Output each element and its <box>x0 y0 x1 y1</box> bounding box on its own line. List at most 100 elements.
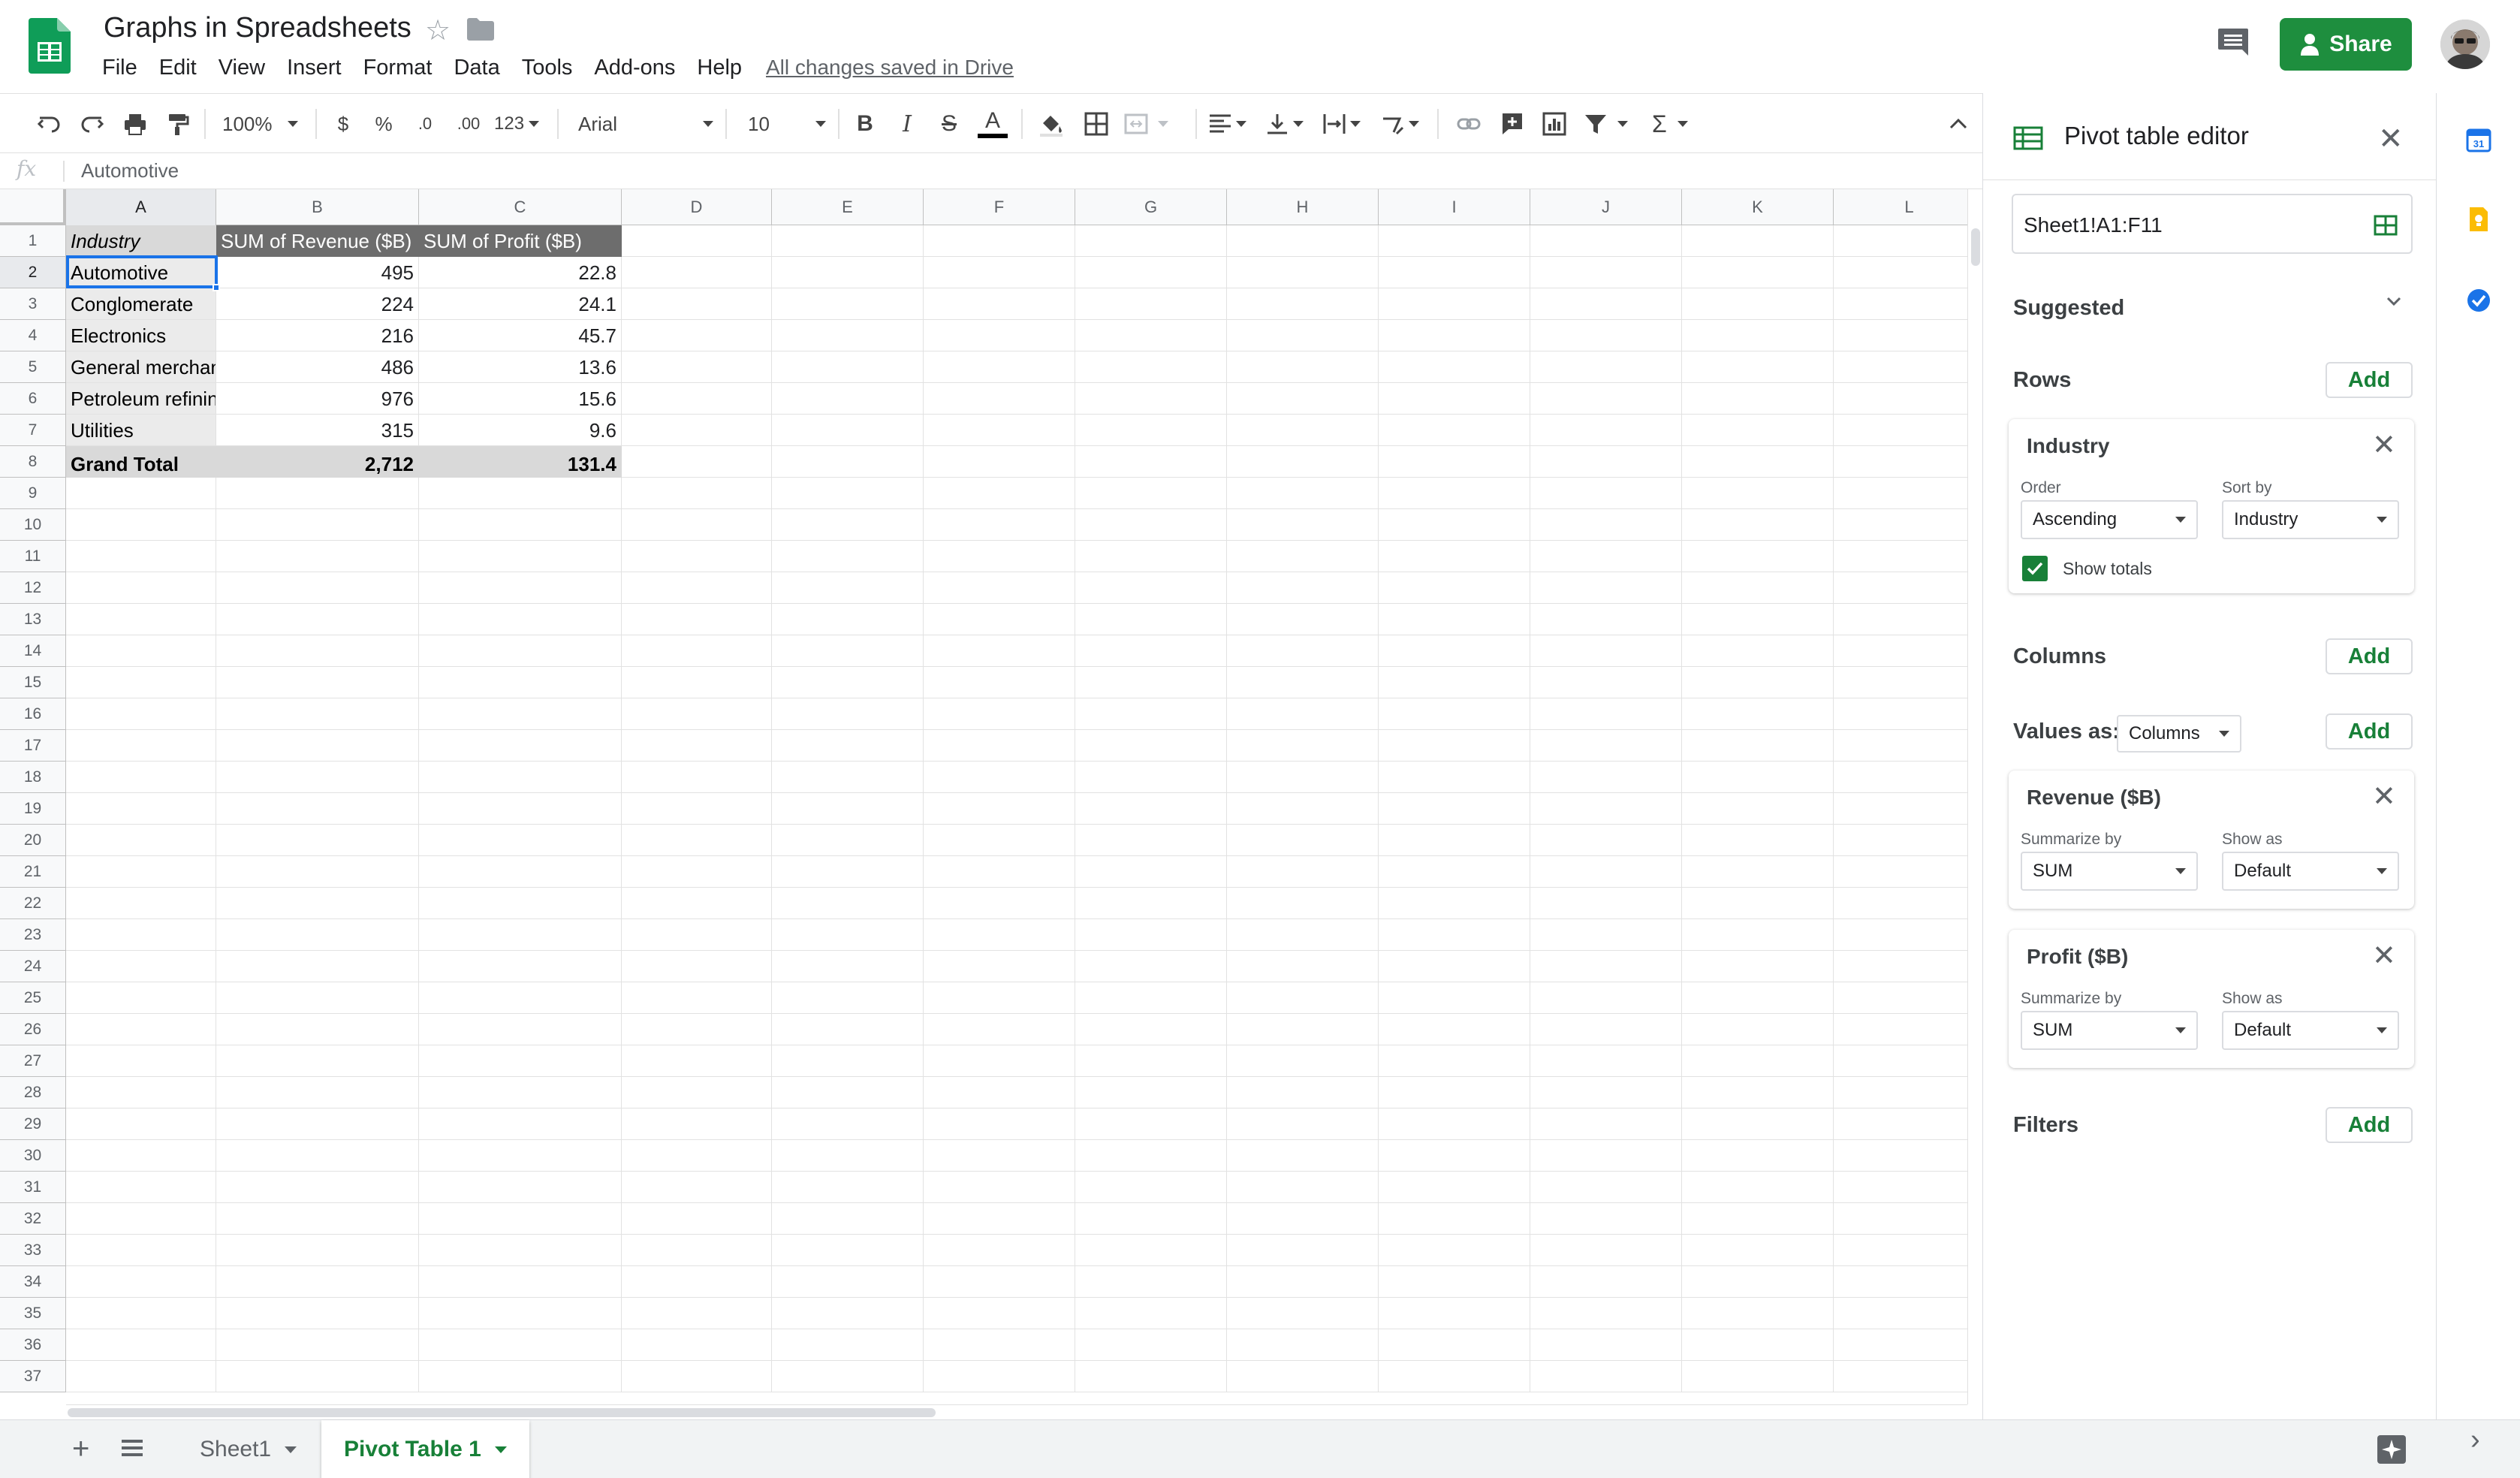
empty-cell[interactable] <box>924 1235 1075 1266</box>
row-header-17[interactable]: 17 <box>0 730 66 762</box>
empty-cell[interactable] <box>66 572 216 604</box>
empty-cell[interactable] <box>1682 1235 1834 1266</box>
empty-cell[interactable] <box>1075 1014 1227 1045</box>
spreadsheet-grid[interactable]: ABCDEFGHIJKL 1 2 3 4 5 6 7 8 9 10 11 12 13 14 15 16 17 18… <box>0 189 1967 1404</box>
empty-cell[interactable] <box>924 635 1075 667</box>
account-avatar[interactable] <box>2440 20 2490 69</box>
empty-cell[interactable] <box>1075 951 1227 982</box>
empty-cell[interactable] <box>622 825 772 856</box>
empty-cell[interactable] <box>622 288 772 320</box>
vertical-scroll-thumb[interactable] <box>1971 228 1980 266</box>
empty-cell[interactable] <box>1530 919 1682 951</box>
empty-cell[interactable] <box>66 698 216 730</box>
row-header-12[interactable]: 12 <box>0 572 66 604</box>
empty-cell[interactable] <box>1227 572 1379 604</box>
empty-cell[interactable] <box>772 667 924 698</box>
pivot-row-label-cell[interactable]: Utilities <box>66 415 216 446</box>
empty-cell[interactable] <box>924 1108 1075 1140</box>
pivot-value-cell[interactable]: 22.8 <box>419 257 622 288</box>
empty-cell[interactable] <box>66 856 216 888</box>
empty-cell[interactable] <box>1227 1361 1379 1392</box>
empty-cell[interactable] <box>1227 825 1379 856</box>
link-icon[interactable] <box>1452 106 1485 142</box>
empty-cell[interactable] <box>1530 1172 1682 1203</box>
empty-cell[interactable] <box>1834 951 1967 982</box>
empty-cell[interactable] <box>772 383 924 415</box>
undo-icon[interactable] <box>33 106 66 142</box>
empty-cell[interactable] <box>1379 1235 1530 1266</box>
empty-cell[interactable] <box>1379 1266 1530 1298</box>
empty-cell[interactable] <box>1379 478 1530 509</box>
empty-cell[interactable] <box>1075 320 1227 351</box>
save-status-link[interactable]: All changes saved in Drive <box>766 56 1014 80</box>
empty-cell[interactable] <box>1530 1203 1682 1235</box>
empty-cell[interactable] <box>216 1361 419 1392</box>
empty-cell[interactable] <box>1682 1203 1834 1235</box>
empty-cell[interactable] <box>419 888 622 919</box>
empty-cell[interactable] <box>1075 856 1227 888</box>
empty-cell[interactable] <box>1682 1108 1834 1140</box>
empty-cell[interactable] <box>1227 919 1379 951</box>
folder-icon[interactable] <box>467 18 494 41</box>
empty-cell[interactable] <box>66 1266 216 1298</box>
row-header-23[interactable]: 23 <box>0 919 66 951</box>
empty-cell[interactable] <box>1075 1172 1227 1203</box>
empty-cell[interactable] <box>772 415 924 446</box>
suggested-label[interactable]: Suggested <box>2013 296 2124 321</box>
empty-cell[interactable] <box>772 762 924 793</box>
show-totals-label[interactable]: Show totals <box>2063 559 2152 579</box>
empty-cell[interactable] <box>1075 383 1227 415</box>
empty-cell[interactable] <box>1075 1108 1227 1140</box>
keep-icon[interactable] <box>2465 206 2492 233</box>
empty-cell[interactable] <box>1834 1108 1967 1140</box>
empty-cell[interactable] <box>924 1361 1075 1392</box>
empty-cell[interactable] <box>1075 825 1227 856</box>
empty-cell[interactable] <box>1075 1298 1227 1329</box>
empty-cell[interactable] <box>419 1014 622 1045</box>
row-header-20[interactable]: 20 <box>0 825 66 856</box>
empty-cell[interactable] <box>1075 667 1227 698</box>
pivot-row-label-cell[interactable]: Conglomerate <box>66 288 216 320</box>
empty-cell[interactable] <box>1530 1266 1682 1298</box>
empty-cell[interactable] <box>419 982 622 1014</box>
all-sheets-list-icon[interactable] <box>120 1437 144 1459</box>
row-header-4[interactable]: 4 <box>0 320 66 351</box>
empty-cell[interactable] <box>1682 762 1834 793</box>
text-wrap-icon[interactable] <box>1322 106 1367 142</box>
add-filter-button[interactable]: Add <box>2326 1107 2413 1143</box>
column-header-a[interactable]: A <box>66 189 216 225</box>
chevron-down-icon[interactable] <box>2386 296 2402 306</box>
row-header-22[interactable]: 22 <box>0 888 66 919</box>
empty-cell[interactable] <box>1530 951 1682 982</box>
empty-cell[interactable] <box>924 1329 1075 1361</box>
empty-cell[interactable] <box>66 635 216 667</box>
grand-total-value-cell[interactable]: 131.4 <box>419 446 622 478</box>
empty-cell[interactable] <box>419 856 622 888</box>
empty-cell[interactable] <box>1379 541 1530 572</box>
empty-cell[interactable] <box>1075 257 1227 288</box>
empty-cell[interactable] <box>1075 762 1227 793</box>
empty-cell[interactable] <box>924 1266 1075 1298</box>
empty-cell[interactable] <box>1379 1014 1530 1045</box>
empty-cell[interactable] <box>1227 856 1379 888</box>
empty-cell[interactable] <box>1379 383 1530 415</box>
empty-cell[interactable] <box>216 509 419 541</box>
row-header-10[interactable]: 10 <box>0 509 66 541</box>
empty-cell[interactable] <box>924 1014 1075 1045</box>
empty-cell[interactable] <box>772 919 924 951</box>
empty-cell[interactable] <box>622 1172 772 1203</box>
empty-cell[interactable] <box>1834 1203 1967 1235</box>
italic-icon[interactable]: I <box>894 106 921 142</box>
empty-cell[interactable] <box>1075 572 1227 604</box>
empty-cell[interactable] <box>1227 1014 1379 1045</box>
empty-cell[interactable] <box>1075 888 1227 919</box>
empty-cell[interactable] <box>1227 1298 1379 1329</box>
empty-cell[interactable] <box>1227 1235 1379 1266</box>
empty-cell[interactable] <box>622 730 772 762</box>
empty-cell[interactable] <box>1379 635 1530 667</box>
sheet-menu-chevron-icon[interactable] <box>494 1446 507 1453</box>
empty-cell[interactable] <box>772 1014 924 1045</box>
empty-cell[interactable] <box>1227 351 1379 383</box>
empty-cell[interactable] <box>1834 667 1967 698</box>
add-sheet-icon[interactable]: + <box>72 1432 89 1466</box>
